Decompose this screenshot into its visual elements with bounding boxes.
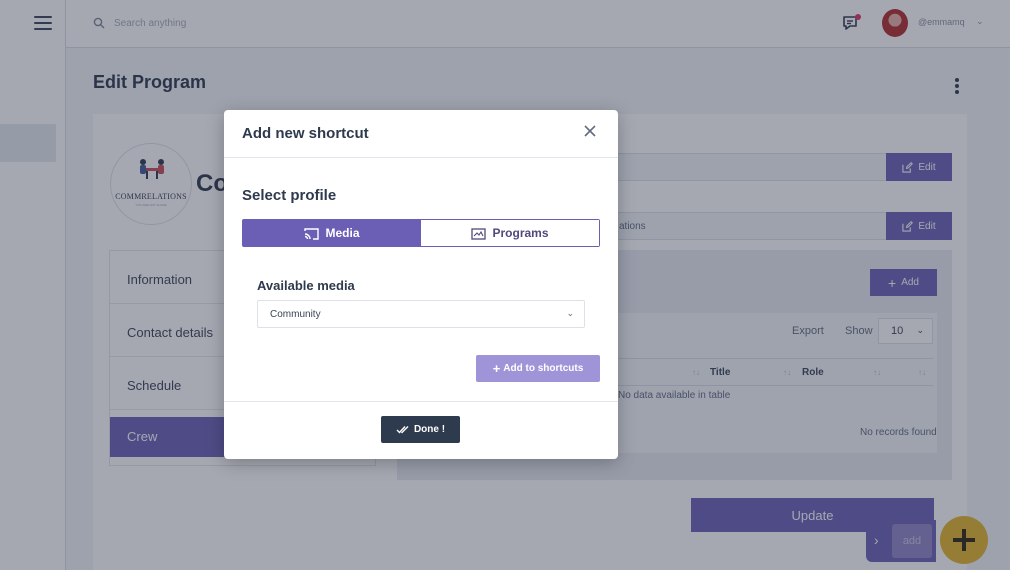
done-button[interactable]: Done ! xyxy=(381,416,460,443)
double-check-icon xyxy=(396,426,409,434)
close-button[interactable] xyxy=(580,122,600,142)
media-select-value: Community xyxy=(270,309,321,320)
section-title: Select profile xyxy=(242,187,337,204)
available-media-label: Available media xyxy=(257,278,355,293)
add-to-shortcuts-button[interactable]: + Add to shortcuts xyxy=(476,355,600,382)
chevron-down-icon: ⌄ xyxy=(566,308,574,318)
toggle-media[interactable]: Media xyxy=(243,220,421,246)
media-select[interactable]: Community ⌄ xyxy=(257,300,585,328)
divider xyxy=(224,157,618,158)
toggle-media-label: Media xyxy=(325,226,360,240)
modal-title: Add new shortcut xyxy=(242,125,369,142)
close-icon xyxy=(584,124,596,137)
profile-toggle: Media Programs xyxy=(242,219,600,247)
done-button-label: Done ! xyxy=(413,424,446,435)
plus-icon: + xyxy=(492,361,501,376)
cast-icon xyxy=(304,227,320,240)
divider xyxy=(224,401,618,402)
tv-program-icon xyxy=(471,227,487,240)
toggle-programs-label: Programs xyxy=(492,226,549,240)
toggle-programs[interactable]: Programs xyxy=(421,220,599,246)
add-to-shortcuts-label: Add to shortcuts xyxy=(503,363,584,374)
add-shortcut-modal: Add new shortcut Select profile Media Pr… xyxy=(224,110,618,459)
